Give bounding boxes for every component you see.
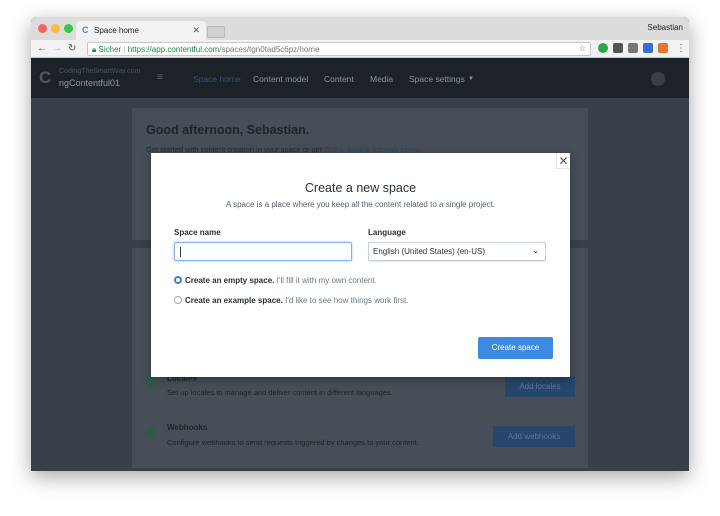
nav-media[interactable]: Media (370, 74, 393, 84)
radio-example-space[interactable]: Create an example space. I'd like to see… (174, 296, 408, 305)
nav-content[interactable]: Content (324, 74, 354, 84)
address-bar-row: ← → ↻ 🔒︎ Sicher | https://app.contentful… (31, 40, 689, 58)
option-desc: I'd like to see how things work first. (282, 296, 409, 305)
option-label: Create an empty space. (185, 276, 275, 285)
greeting: Good afternoon, Sebastian. (146, 123, 310, 137)
avatar[interactable] (651, 72, 665, 86)
webhooks-icon (145, 426, 155, 438)
lock-icon: 🔒︎ (92, 45, 97, 54)
close-window-button[interactable] (38, 24, 47, 33)
profile-name[interactable]: Sebastian (647, 23, 683, 32)
url-host: https://app.contentful.com (127, 45, 220, 54)
maximize-window-button[interactable] (64, 24, 73, 33)
url-input[interactable]: 🔒︎ Sicher | https://app.contentful.com/s… (87, 42, 591, 56)
create-space-button[interactable]: Create space (478, 337, 553, 359)
browser-tab[interactable]: C Space home ✕ (76, 21, 206, 40)
extension-icon[interactable] (643, 43, 653, 53)
option-desc: I'll fill it with my own content. (274, 276, 377, 285)
nav-space-settings[interactable]: Space settings (409, 74, 465, 84)
pocket-icon[interactable] (613, 43, 623, 53)
secure-label: Sicher (98, 45, 122, 54)
menu-dots-icon[interactable]: ⋮ (676, 43, 686, 54)
space-name-label: Space name (174, 228, 221, 237)
radio-empty-space[interactable]: Create an empty space. I'll fill it with… (174, 276, 377, 285)
contentful-logo-icon: C (39, 68, 52, 87)
forward-icon[interactable]: → (52, 43, 62, 54)
minimize-window-button[interactable] (51, 24, 60, 33)
add-locales-button[interactable]: Add locales (505, 376, 575, 397)
space-switcher[interactable]: C CodingTheSmartWay.com ngContentful01 ≡ (31, 58, 181, 98)
add-webhooks-button[interactable]: Add webhooks (493, 426, 575, 447)
close-icon[interactable]: ✕ (556, 153, 570, 169)
hamburger-icon[interactable]: ≡ (157, 72, 163, 83)
create-space-dialog: ✕ Create a new space A space is a place … (151, 153, 570, 377)
chevron-down-icon: ▼ (468, 76, 474, 82)
tab-title: Space home (94, 26, 139, 35)
chevron-down-icon: ⌄ (532, 246, 539, 255)
option-label: Create an example space. (185, 296, 283, 305)
dialog-title: Create a new space (304, 181, 417, 195)
url-path: /spaces/tgn0tad5c6pz/home (219, 45, 320, 54)
bookmark-star-icon[interactable]: ☆ (579, 44, 586, 53)
title-bar: C Space home ✕ Sebastian (31, 17, 689, 40)
extension-icon[interactable] (598, 43, 608, 53)
nav-content-model[interactable]: Content model (253, 74, 308, 84)
language-label: Language (368, 228, 406, 237)
reload-icon[interactable]: ↻ (68, 43, 76, 54)
new-tab-button[interactable] (207, 26, 225, 38)
space-name: ngContentful01 (59, 78, 121, 88)
language-select[interactable]: English (United States) (en-US) ⌄ (368, 242, 546, 261)
nav-space-home[interactable]: Space home (193, 74, 241, 84)
extension-icon[interactable] (658, 43, 668, 53)
locales-desc: Set up locales to manage and deliver con… (167, 388, 393, 397)
contentful-favicon-icon: C (82, 25, 89, 35)
extension-icon[interactable] (628, 43, 638, 53)
webhooks-title: Webhooks (167, 423, 208, 432)
back-icon[interactable]: ← (37, 43, 47, 54)
webhooks-desc: Configure webhooks to send requests trig… (167, 438, 419, 447)
close-tab-icon[interactable]: ✕ (192, 25, 200, 36)
language-value: English (United States) (en-US) (373, 247, 486, 256)
dialog-subtitle: A space is a place where you keep all th… (225, 200, 496, 209)
space-name-input[interactable] (174, 242, 352, 261)
app-navigation: C CodingTheSmartWay.com ngContentful01 ≡… (31, 58, 689, 98)
org-name: CodingTheSmartWay.com (59, 68, 141, 75)
radio-unchecked-icon (174, 296, 182, 304)
locales-icon (145, 376, 155, 388)
radio-checked-icon (174, 276, 182, 284)
